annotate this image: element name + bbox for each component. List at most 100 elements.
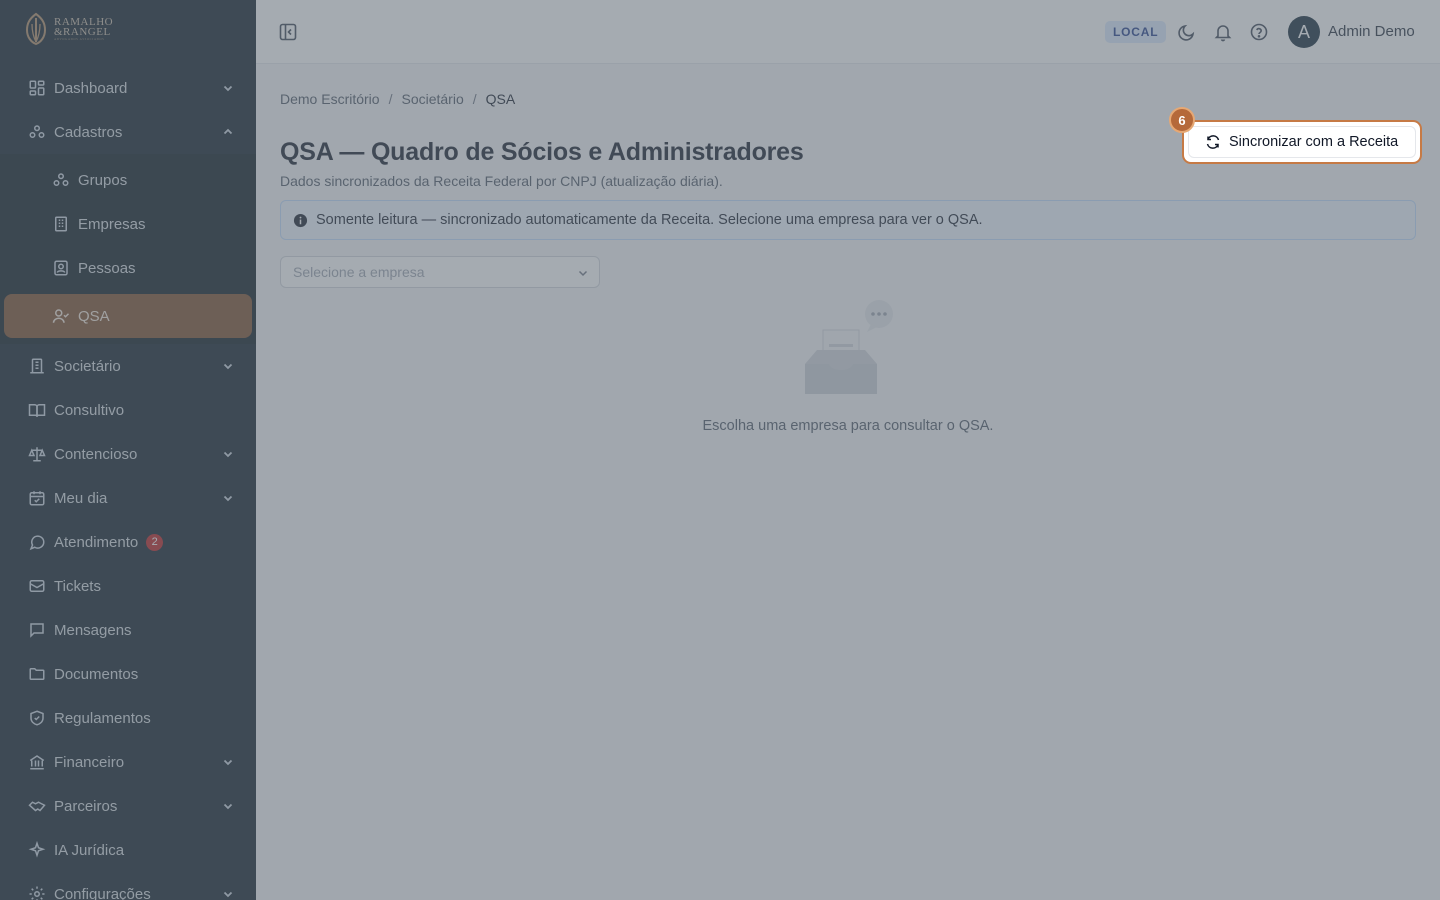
- sidebar-item-label: Regulamentos: [54, 709, 151, 727]
- societario-icon: [28, 357, 46, 375]
- sidebar-item-label: Tickets: [54, 577, 101, 595]
- brand-logo[interactable]: RAMALHO &RANGEL ADVOGADOS ASSOCIADOS: [24, 12, 113, 46]
- sidebar-item-ia-juridica[interactable]: IA Jurídica: [0, 828, 256, 872]
- sidebar-item-societario[interactable]: Societário: [0, 344, 256, 388]
- company-select-placeholder: Selecione a empresa: [293, 264, 425, 280]
- message-icon: [28, 621, 46, 639]
- tour-step-badge: 6: [1169, 107, 1195, 133]
- chevron-down-icon: [223, 363, 233, 370]
- sidebar-item-label: Documentos: [54, 665, 139, 683]
- sidebar-item-label: Configurações: [54, 885, 151, 900]
- breadcrumb: Demo Escritório / Societário / QSA: [280, 88, 1416, 110]
- empty-state: Escolha uma empresa para consultar o QSA…: [680, 300, 1016, 434]
- environment-badge: LOCAL: [1105, 21, 1167, 43]
- bank-icon: [28, 753, 46, 771]
- sidebar-item-tickets[interactable]: Tickets: [0, 564, 256, 608]
- topbar: LOCAL A Admin Demo: [256, 0, 1440, 64]
- sidebar-item-label: Grupos: [78, 171, 128, 189]
- sidebar-item-financeiro[interactable]: Financeiro: [0, 740, 256, 784]
- sidebar-nav: Dashboard Cadastros Grupos Empresas Pess…: [0, 66, 256, 900]
- avatar[interactable]: A: [1288, 16, 1320, 48]
- cadastros-submenu: Grupos Empresas Pessoas QSA: [0, 154, 256, 344]
- sidebar-item-label: Meu dia: [54, 489, 108, 507]
- sidebar-item-dashboard[interactable]: Dashboard: [0, 66, 256, 110]
- grupos-icon: [52, 171, 70, 189]
- company-select[interactable]: Selecione a empresa: [280, 256, 600, 288]
- sidebar-item-mensagens[interactable]: Mensagens: [0, 608, 256, 652]
- brand-name: RAMALHO &RANGEL ADVOGADOS ASSOCIADOS: [54, 16, 114, 42]
- building-icon: [52, 215, 70, 233]
- breadcrumb-item[interactable]: Societário: [401, 91, 463, 107]
- sidebar-item-grupos[interactable]: Grupos: [0, 158, 256, 202]
- chevron-down-icon: [223, 495, 233, 502]
- logo-mark-icon: [25, 12, 47, 46]
- notification-badge: 2: [146, 533, 164, 551]
- sidebar-item-label: Pessoas: [78, 259, 136, 277]
- breadcrumb-current: QSA: [485, 91, 516, 107]
- sync-receita-label: Sincronizar com a Receita: [1229, 134, 1399, 150]
- sidebar-item-label: Financeiro: [54, 753, 125, 771]
- breadcrumb-separator: /: [472, 91, 477, 107]
- sidebar-item-label: Empresas: [78, 215, 146, 233]
- sidebar-item-parceiros[interactable]: Parceiros: [0, 784, 256, 828]
- sidebar-item-label: Mensagens: [54, 621, 132, 639]
- shield-icon: [28, 709, 46, 727]
- tour-highlight: Sincronizar com a Receita: [1182, 120, 1422, 164]
- bell-icon[interactable]: [1213, 22, 1233, 42]
- moon-icon[interactable]: [1177, 22, 1197, 42]
- sidebar-item-cadastros[interactable]: Cadastros: [0, 110, 256, 154]
- sidebar-item-label: Atendimento: [54, 533, 139, 551]
- sidebar-item-documentos[interactable]: Documentos: [0, 652, 256, 696]
- chat-icon: [28, 533, 46, 551]
- gear-icon: [28, 885, 46, 900]
- chevron-down-icon: [223, 803, 233, 810]
- empty-state-text: Escolha uma empresa para consultar o QSA…: [702, 418, 994, 434]
- sidebar-item-configuracoes[interactable]: Configurações: [0, 872, 256, 900]
- handshake-icon: [28, 797, 46, 815]
- sidebar-toggle-icon[interactable]: [278, 22, 298, 42]
- sidebar-item-label: Contencioso: [54, 445, 138, 463]
- chevron-down-icon: [223, 451, 233, 458]
- sidebar-item-atendimento[interactable]: Atendimento 2: [0, 520, 256, 564]
- sidebar-item-label: Dashboard: [54, 79, 128, 97]
- info-alert: Somente leitura — sincronizado automatic…: [280, 200, 1416, 240]
- sidebar-item-label: Societário: [54, 357, 121, 375]
- chevron-up-icon: [223, 128, 233, 135]
- sidebar-item-consultivo[interactable]: Consultivo: [0, 388, 256, 432]
- sidebar-item-qsa[interactable]: QSA: [4, 294, 252, 338]
- user-check-icon: [52, 307, 70, 325]
- help-icon[interactable]: [1249, 22, 1269, 42]
- breadcrumb-item[interactable]: Demo Escritório: [280, 91, 380, 107]
- book-icon: [28, 401, 46, 419]
- sidebar-item-label: IA Jurídica: [54, 841, 125, 859]
- user-name[interactable]: Admin Demo: [1328, 23, 1415, 40]
- chevron-down-icon: [223, 759, 233, 766]
- sidebar-item-empresas[interactable]: Empresas: [0, 202, 256, 246]
- cadastros-icon: [28, 123, 46, 141]
- dashboard-icon: [28, 79, 46, 97]
- info-icon: [293, 213, 308, 227]
- sidebar-item-label: Consultivo: [54, 401, 125, 419]
- chevron-down-icon: [223, 891, 233, 898]
- ticket-icon: [28, 577, 46, 595]
- empty-inbox-icon: [805, 300, 893, 394]
- calendar-icon: [28, 489, 46, 507]
- sidebar-item-label: Parceiros: [54, 797, 118, 815]
- sync-receita-button[interactable]: Sincronizar com a Receita: [1188, 126, 1416, 158]
- page-subtitle: Dados sincronizados da Receita Federal p…: [280, 173, 723, 189]
- sidebar-item-regulamentos[interactable]: Regulamentos: [0, 696, 256, 740]
- sidebar-item-pessoas[interactable]: Pessoas: [0, 246, 256, 290]
- sidebar-item-label: QSA: [78, 307, 110, 325]
- chevron-down-icon: [223, 85, 233, 92]
- sidebar: RAMALHO &RANGEL ADVOGADOS ASSOCIADOS Das…: [0, 0, 256, 900]
- sidebar-item-meu-dia[interactable]: Meu dia: [0, 476, 256, 520]
- chevron-down-icon: [578, 270, 588, 277]
- breadcrumb-separator: /: [388, 91, 393, 107]
- sidebar-item-contencioso[interactable]: Contencioso: [0, 432, 256, 476]
- refresh-icon: [1206, 135, 1220, 149]
- folder-icon: [28, 665, 46, 683]
- sidebar-item-label: Cadastros: [54, 123, 123, 141]
- contact-icon: [52, 259, 70, 277]
- scale-icon: [28, 445, 46, 463]
- sparkles-icon: [28, 841, 46, 859]
